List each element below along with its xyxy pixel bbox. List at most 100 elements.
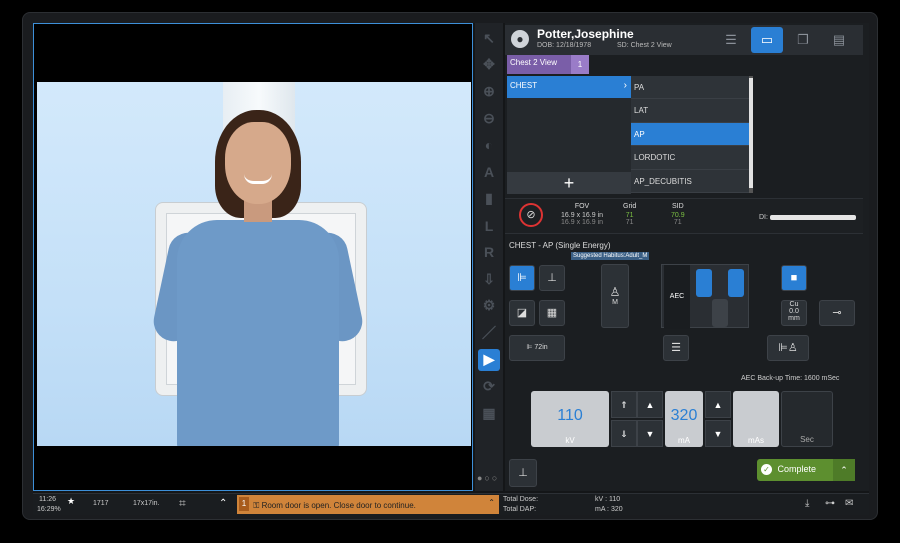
patient-orientation-button[interactable]: ⊫♙	[767, 335, 809, 361]
acquisition-icon[interactable]: ▭	[751, 27, 783, 53]
view-tab-count: 1	[571, 55, 589, 74]
download-icon[interactable]: ⤓	[805, 498, 809, 509]
left-marker-icon[interactable]: L	[478, 215, 500, 237]
patient-dob: DOB: 12/18/1978	[537, 42, 592, 49]
di-label: DI:	[759, 214, 768, 221]
detector-select-button[interactable]: ■	[781, 265, 807, 291]
complete-label: Complete	[777, 464, 817, 474]
kv-readout: kV : 110	[595, 496, 621, 503]
collimator-button[interactable]: ◪	[509, 300, 535, 326]
zoom-in-icon[interactable]: ⊕	[478, 81, 500, 103]
detector-icon[interactable]: ⌗	[179, 496, 186, 511]
add-view-button[interactable]: +	[507, 172, 631, 194]
chevron-up-icon[interactable]: ⌃	[488, 498, 495, 507]
chevron-right-icon: ›	[623, 80, 627, 91]
rotate-icon[interactable]: ⟳	[478, 375, 500, 397]
view-tab-chest-2-view[interactable]: Chest 2 View 1	[507, 55, 589, 74]
images-icon[interactable]: ❐	[787, 27, 819, 53]
camera-view[interactable]	[33, 23, 473, 491]
tube-position-button[interactable]: ⊫	[509, 265, 535, 291]
no-grid-icon[interactable]: ⊘	[519, 203, 543, 227]
sec-display[interactable]: Sec	[781, 391, 833, 447]
series-icon[interactable]: ▤	[823, 27, 855, 53]
total-dose-label: Total Dose:	[503, 496, 539, 503]
chat-icon[interactable]: ✉	[845, 498, 853, 509]
projection-ap[interactable]: AP	[631, 122, 749, 147]
aec-chamber-right[interactable]	[728, 269, 744, 297]
table-position-button[interactable]: ⊥	[539, 265, 565, 291]
image-export-icon[interactable]: ⇩	[478, 268, 500, 290]
person-icon: ♙	[609, 285, 621, 299]
ma-down-button[interactable]: ▼	[705, 420, 731, 447]
position-center-button[interactable]: ⊸	[819, 300, 855, 326]
projection-scrollbar[interactable]	[749, 76, 753, 193]
measure-icon[interactable]: ／	[478, 322, 500, 344]
exam-title: CHEST - AP (Single Energy)	[509, 241, 611, 250]
kv-fast-stepper: ⇑ ⇓	[611, 391, 637, 447]
page-dots[interactable]: ●○○	[477, 473, 499, 483]
sid-param: SID 70.9 71	[671, 203, 685, 226]
exam-control-panel: ● Potter,Josephine DOB: 12/18/1978 SD: C…	[505, 23, 869, 491]
total-dap-label: Total DAP:	[503, 506, 537, 513]
body-part-label: CHEST	[510, 81, 538, 90]
marker-icon[interactable]: ▮	[478, 188, 500, 210]
annotate-text-icon[interactable]: A	[478, 161, 500, 183]
image-tool-strip: ↖ ✥ ⊕ ⊖ ◐ A ▮ L R ⇩ ⚙ ／ ▶ ⟳ ▦	[475, 23, 503, 491]
clock-time: 11:26	[39, 496, 56, 503]
aec-label: AEC	[664, 265, 690, 329]
complete-button[interactable]: ✓ Complete ⌃	[757, 459, 855, 481]
layout-icon[interactable]: ▦	[478, 402, 500, 424]
mas-display[interactable]: mAs	[733, 391, 779, 447]
status-bar: 11:26 16:29% ★ 1717 17x17in. ⌗ ⌃ 1 ⚿ Roo…	[33, 493, 869, 515]
pointer-icon[interactable]: ↖	[478, 27, 500, 49]
network-icon[interactable]: ⊶	[825, 498, 835, 509]
grid-select-button[interactable]: ☰	[663, 335, 689, 361]
chevron-up-icon[interactable]: ⌃	[833, 459, 855, 481]
chevron-up-icon[interactable]: ⌃	[219, 498, 227, 509]
patient-header: ● Potter,Josephine DOB: 12/18/1978 SD: C…	[505, 25, 863, 55]
technique-strip: 110 kV ⇑ ⇓ ▲ ▼ 320 mA ▲ ▼ mAs Sec	[531, 391, 833, 449]
ma-stepper: ▲ ▼	[705, 391, 731, 447]
study-description: SD: Chest 2 View	[617, 42, 672, 49]
zoom-out-icon[interactable]: ⊖	[478, 107, 500, 129]
alert-message[interactable]: 1 ⚿ Room door is open. Close door to con…	[237, 495, 499, 514]
kv-fast-up-button[interactable]: ⇑	[611, 391, 637, 418]
ma-readout: mA : 320	[595, 506, 623, 513]
patient-avatar-icon: ●	[511, 30, 529, 48]
pan-icon[interactable]: ✥	[478, 54, 500, 76]
pediatric-button[interactable]: ⊥	[509, 459, 537, 487]
right-marker-icon[interactable]: R	[478, 241, 500, 263]
projection-ap-decubitis[interactable]: AP_DECUBITIS	[631, 170, 749, 193]
worklist-icon[interactable]: ☰	[715, 27, 747, 53]
projection-pa[interactable]: PA	[631, 76, 749, 100]
projection-lat[interactable]: LAT	[631, 99, 749, 123]
settings-icon[interactable]: ⚙	[478, 295, 500, 317]
aec-backup-time: AEC Back-up Time: 1600 mSec	[741, 375, 840, 382]
patient-body	[177, 220, 339, 446]
projection-lordotic[interactable]: LORDOTIC	[631, 146, 749, 170]
door-icon: ⚿	[253, 501, 260, 510]
alert-text: Room door is open. Close door to continu…	[261, 501, 416, 510]
kv-down-button[interactable]: ▼	[637, 420, 663, 447]
aec-chamber-left[interactable]	[696, 269, 712, 297]
patient-size-button[interactable]: ♙ M	[601, 264, 629, 328]
kv-fast-down-button[interactable]: ⇓	[611, 420, 637, 447]
parameter-bar: ⊘ FOV 16.9 x 16.9 in 16.9 x 16.9 in Grid…	[505, 198, 863, 234]
patient-face	[225, 122, 291, 204]
aec-chamber-center[interactable]	[712, 299, 728, 327]
star-icon[interactable]: ★	[67, 496, 75, 507]
ma-up-button[interactable]: ▲	[705, 391, 731, 418]
view-tab-label: Chest 2 View	[510, 58, 557, 67]
check-icon: ✓	[761, 464, 772, 475]
alert-count: 1	[239, 497, 249, 511]
window-level-icon[interactable]: ◐	[478, 134, 500, 156]
camera-icon[interactable]: ▶	[478, 348, 500, 371]
projection-list: PA LAT AP LORDOTIC AP_DECUBITIS	[631, 76, 749, 193]
focal-spot-button[interactable]: ▦	[539, 300, 565, 326]
detector-size: 17x17in.	[133, 500, 160, 507]
body-part-chest[interactable]: CHEST ›	[507, 76, 631, 98]
sid-72-button[interactable]: ⊫ 72in	[509, 335, 565, 361]
copper-filter-button[interactable]: Cu 0.0 mm	[781, 300, 807, 326]
kv-up-button[interactable]: ▲	[637, 391, 663, 418]
grid-param: Grid 71 71	[623, 203, 637, 226]
